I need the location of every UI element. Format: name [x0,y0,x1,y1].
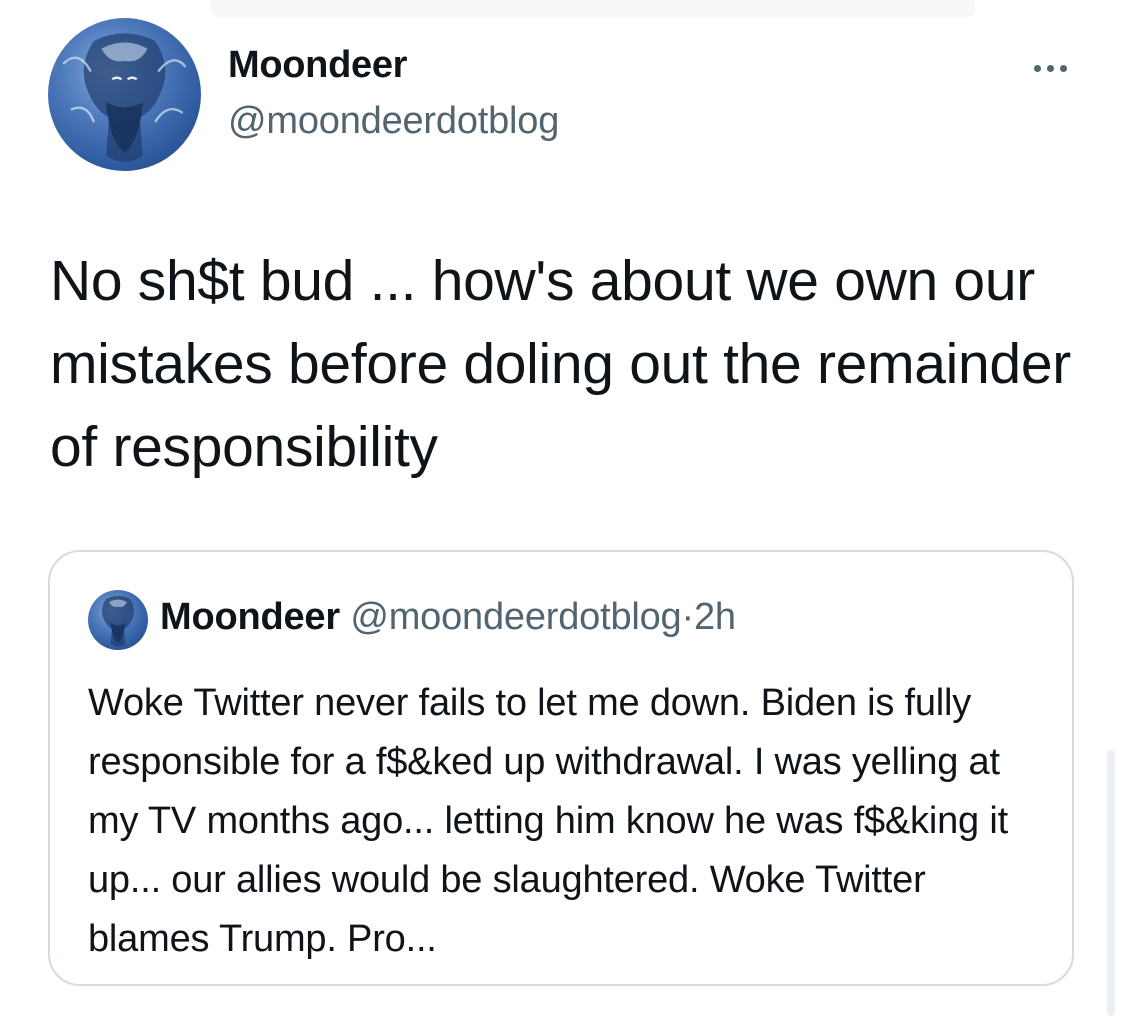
quoted-tweet-header: Moondeer @moondeerdotblog·2h [160,596,736,639]
top-bar [210,0,975,18]
avatar-image-icon [62,33,187,162]
more-horizontal-icon-dot [1046,64,1054,72]
more-options-button[interactable] [1022,56,1078,80]
quoted-author-name[interactable]: Moondeer [160,596,340,638]
more-horizontal-icon [1033,64,1041,72]
author-handle[interactable]: @moondeerdotblog [228,100,559,143]
quoted-author-handle[interactable]: @moondeerdotblog [350,596,681,638]
more-horizontal-icon-dot [1059,64,1067,72]
quoted-timestamp[interactable]: 2h [694,596,736,638]
quoted-separator: · [681,596,694,638]
author-avatar[interactable] [48,18,201,171]
quoted-tweet-text: Woke Twitter never fails to let me down.… [88,682,1008,960]
avatar-image-icon [102,596,134,647]
quoted-tweet-card[interactable]: Moondeer @moondeerdotblog·2h Woke Twitte… [48,550,1074,986]
author-display-name[interactable]: Moondeer [228,44,407,87]
tweet-text: No sh$t bud ... how's about we own our m… [50,249,1087,479]
scrollbar[interactable] [1107,750,1115,1016]
quoted-author-avatar[interactable] [88,590,148,650]
